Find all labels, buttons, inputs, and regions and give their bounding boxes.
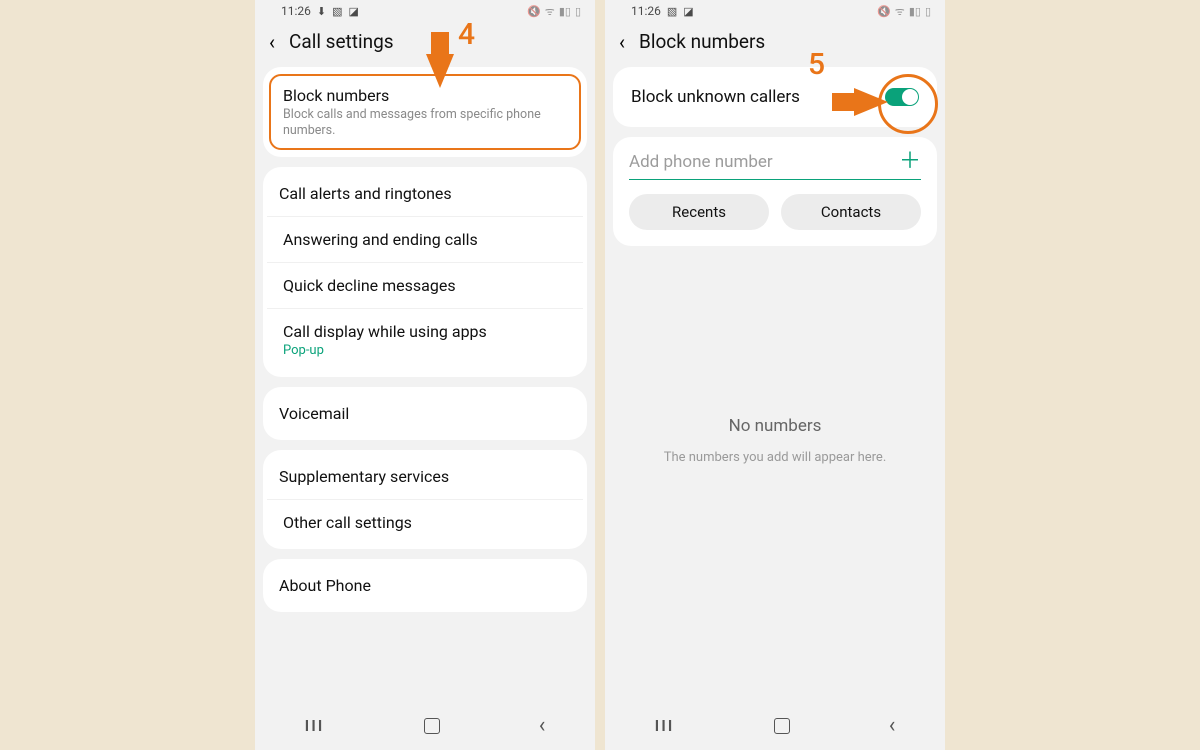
image-icon: ▧ [667,6,677,17]
phone-block-numbers: 11:26 ▧ ◪ 🔇 ᯤ ▮▯ ▯ ‹ Block numbers Block… [605,0,945,750]
row-title: About Phone [279,576,571,595]
row-title: Quick decline messages [283,276,567,295]
add-icon[interactable]: ＋ [899,151,921,173]
row-title: Other call settings [283,513,567,532]
mute-icon: 🔇 [527,6,541,17]
row-call-display[interactable]: Call display while using apps Pop-up [267,308,583,372]
add-number-card: Add phone number ＋ Recents Contacts [613,137,937,246]
settings-card: Call alerts and ringtones Answering and … [263,167,587,376]
image-icon: ▧ [332,6,342,17]
toggle-card: Block unknown callers [613,67,937,127]
nav-recents-icon[interactable]: III [305,716,325,735]
back-icon[interactable]: ‹ [269,32,275,52]
phone-number-input[interactable]: Add phone number ＋ [629,151,921,180]
signal-icon: ▮▯ [559,6,571,17]
row-quick-decline[interactable]: Quick decline messages [267,262,583,308]
signal-icon: ▮▯ [909,6,921,17]
empty-title: No numbers [605,416,945,436]
download-icon: ⬇ [317,6,326,17]
contacts-button[interactable]: Contacts [781,194,921,230]
row-title: Call alerts and ringtones [279,184,571,203]
wifi-icon: ᯤ [545,6,555,17]
row-call-alerts[interactable]: Call alerts and ringtones [263,171,587,216]
row-answering[interactable]: Answering and ending calls [267,216,583,262]
row-block-numbers[interactable]: Block numbers Block calls and messages f… [269,74,581,150]
battery-icon: ▯ [925,6,931,17]
row-voicemail[interactable]: Voicemail [263,391,587,436]
nav-recents-icon[interactable]: III [655,716,675,735]
row-block-unknown[interactable]: Block unknown callers [613,71,937,123]
empty-subtitle: The numbers you add will appear here. [605,450,945,465]
settings-card: About Phone [263,559,587,612]
mute-icon: 🔇 [877,6,891,17]
nav-home-icon[interactable] [774,718,790,734]
settings-card: Supplementary services Other call settin… [263,450,587,549]
row-supplementary[interactable]: Supplementary services [263,454,587,499]
settings-card: Block numbers Block calls and messages f… [263,67,587,157]
page-title: Call settings [289,30,394,53]
page-header: ‹ Call settings [255,22,595,67]
recents-button[interactable]: Recents [629,194,769,230]
app-icon: ◪ [683,6,693,17]
nav-home-icon[interactable] [424,718,440,734]
battery-icon: ▯ [575,6,581,17]
nav-back-icon[interactable]: ‹ [889,713,896,738]
row-title: Call display while using apps [283,322,567,341]
app-icon: ◪ [349,6,359,17]
row-subtitle: Block calls and messages from specific p… [283,107,567,138]
row-title: Answering and ending calls [283,230,567,249]
row-other-call[interactable]: Other call settings [267,499,583,545]
empty-state: No numbers The numbers you add will appe… [605,416,945,465]
status-bar: 11:26 ▧ ◪ 🔇 ᯤ ▮▯ ▯ [605,0,945,22]
row-subtitle: Pop-up [283,343,567,359]
toggle-label: Block unknown callers [631,87,800,107]
row-about-phone[interactable]: About Phone [263,563,587,608]
status-time: 11:26 [281,4,311,18]
nav-bar: III ‹ [255,713,595,738]
row-title: Voicemail [279,404,571,423]
block-unknown-toggle[interactable] [885,88,919,106]
input-placeholder: Add phone number [629,152,889,172]
status-bar: 11:26 ⬇ ▧ ◪ 🔇 ᯤ ▮▯ ▯ [255,0,595,22]
nav-back-icon[interactable]: ‹ [539,713,546,738]
wifi-icon: ᯤ [895,6,905,17]
page-header: ‹ Block numbers [605,22,945,67]
back-icon[interactable]: ‹ [619,32,625,52]
row-title: Block numbers [283,86,567,105]
row-title: Supplementary services [279,467,571,486]
phone-call-settings: 11:26 ⬇ ▧ ◪ 🔇 ᯤ ▮▯ ▯ ‹ Call settings Blo… [255,0,595,750]
page-title: Block numbers [639,30,765,53]
nav-bar: III ‹ [605,713,945,738]
status-time: 11:26 [631,4,661,18]
settings-card: Voicemail [263,387,587,440]
